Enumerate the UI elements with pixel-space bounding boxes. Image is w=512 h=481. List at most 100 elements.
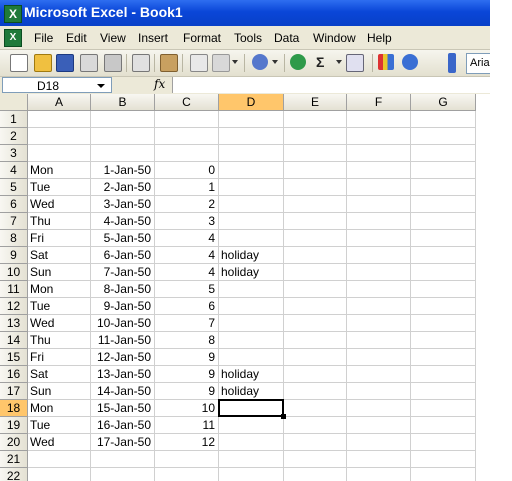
cell-c15[interactable]: 9 — [155, 349, 219, 366]
cell-a10[interactable]: Sun — [28, 264, 91, 281]
cell-c20[interactable]: 12 — [155, 434, 219, 451]
cell-e17[interactable] — [284, 383, 347, 400]
row-header[interactable]: 1 — [0, 111, 28, 128]
permission-icon[interactable] — [80, 54, 98, 72]
cell-b19[interactable]: 16-Jan-50 — [91, 417, 155, 434]
chart-wizard-icon[interactable] — [378, 54, 394, 70]
column-header-c[interactable]: C — [155, 94, 219, 111]
cell-a17[interactable]: Sun — [28, 383, 91, 400]
cell-f2[interactable] — [347, 128, 411, 145]
cell-c9[interactable]: 4 — [155, 247, 219, 264]
cell-d14[interactable] — [219, 332, 284, 349]
fill-handle[interactable] — [281, 414, 286, 419]
cell-a18[interactable]: Mon — [28, 400, 91, 417]
cell-c5[interactable]: 1 — [155, 179, 219, 196]
cell-b10[interactable]: 7-Jan-50 — [91, 264, 155, 281]
cell-a7[interactable]: Thu — [28, 213, 91, 230]
autosum-icon[interactable]: Σ — [316, 54, 324, 70]
cell-g17[interactable] — [411, 383, 476, 400]
row-header[interactable]: 21 — [0, 451, 28, 468]
cell-f6[interactable] — [347, 196, 411, 213]
toolbar-options-icon[interactable] — [448, 53, 456, 73]
cell-d9[interactable]: holiday — [219, 247, 284, 264]
cell-f9[interactable] — [347, 247, 411, 264]
cell-c2[interactable] — [155, 128, 219, 145]
cell-g2[interactable] — [411, 128, 476, 145]
cell-g16[interactable] — [411, 366, 476, 383]
cell-b18[interactable]: 15-Jan-50 — [91, 400, 155, 417]
cell-d8[interactable] — [219, 230, 284, 247]
cell-b8[interactable]: 5-Jan-50 — [91, 230, 155, 247]
cell-a14[interactable]: Thu — [28, 332, 91, 349]
cell-f11[interactable] — [347, 281, 411, 298]
cell-d10[interactable]: holiday — [219, 264, 284, 281]
cell-e16[interactable] — [284, 366, 347, 383]
column-header-a[interactable]: A — [28, 94, 91, 111]
name-box[interactable]: D18 — [2, 77, 112, 93]
cell-g20[interactable] — [411, 434, 476, 451]
active-cell-border[interactable] — [218, 399, 284, 417]
row-header[interactable]: 2 — [0, 128, 28, 145]
cell-g4[interactable] — [411, 162, 476, 179]
cell-d12[interactable] — [219, 298, 284, 315]
cell-d19[interactable] — [219, 417, 284, 434]
menu-help[interactable]: Help — [367, 31, 392, 45]
cell-d21[interactable] — [219, 451, 284, 468]
cell-d13[interactable] — [219, 315, 284, 332]
cell-g12[interactable] — [411, 298, 476, 315]
cell-e4[interactable] — [284, 162, 347, 179]
cell-g5[interactable] — [411, 179, 476, 196]
cell-a12[interactable]: Tue — [28, 298, 91, 315]
cell-f8[interactable] — [347, 230, 411, 247]
cell-b16[interactable]: 13-Jan-50 — [91, 366, 155, 383]
cell-g11[interactable] — [411, 281, 476, 298]
cell-a20[interactable]: Wed — [28, 434, 91, 451]
cell-d1[interactable] — [219, 111, 284, 128]
cell-b5[interactable]: 2-Jan-50 — [91, 179, 155, 196]
cell-b15[interactable]: 12-Jan-50 — [91, 349, 155, 366]
cell-d2[interactable] — [219, 128, 284, 145]
row-header[interactable]: 8 — [0, 230, 28, 247]
cell-f5[interactable] — [347, 179, 411, 196]
row-header[interactable]: 12 — [0, 298, 28, 315]
research-icon[interactable] — [160, 54, 178, 72]
cell-b6[interactable]: 3-Jan-50 — [91, 196, 155, 213]
cell-g21[interactable] — [411, 451, 476, 468]
cell-e5[interactable] — [284, 179, 347, 196]
menu-file[interactable]: File — [34, 31, 53, 45]
column-header-b[interactable]: B — [91, 94, 155, 111]
cell-f21[interactable] — [347, 451, 411, 468]
row-header[interactable]: 13 — [0, 315, 28, 332]
row-header[interactable]: 7 — [0, 213, 28, 230]
cell-c4[interactable]: 0 — [155, 162, 219, 179]
cell-g15[interactable] — [411, 349, 476, 366]
cell-d20[interactable] — [219, 434, 284, 451]
cell-e2[interactable] — [284, 128, 347, 145]
hyperlink-icon[interactable] — [290, 54, 306, 70]
cell-b14[interactable]: 11-Jan-50 — [91, 332, 155, 349]
cell-e15[interactable] — [284, 349, 347, 366]
cell-g19[interactable] — [411, 417, 476, 434]
row-header[interactable]: 20 — [0, 434, 28, 451]
cell-d5[interactable] — [219, 179, 284, 196]
cell-f15[interactable] — [347, 349, 411, 366]
menu-edit[interactable]: Edit — [66, 31, 87, 45]
cell-f19[interactable] — [347, 417, 411, 434]
cell-b3[interactable] — [91, 145, 155, 162]
row-header[interactable]: 9 — [0, 247, 28, 264]
cell-f14[interactable] — [347, 332, 411, 349]
row-header[interactable]: 14 — [0, 332, 28, 349]
paste-icon[interactable] — [212, 54, 230, 72]
help-icon[interactable] — [402, 54, 418, 70]
cell-a21[interactable] — [28, 451, 91, 468]
cell-e8[interactable] — [284, 230, 347, 247]
cell-f10[interactable] — [347, 264, 411, 281]
cell-a13[interactable]: Wed — [28, 315, 91, 332]
name-box-dropdown-icon[interactable] — [97, 84, 105, 88]
cell-b12[interactable]: 9-Jan-50 — [91, 298, 155, 315]
copy-icon[interactable] — [190, 54, 208, 72]
cell-e20[interactable] — [284, 434, 347, 451]
cell-b4[interactable]: 1-Jan-50 — [91, 162, 155, 179]
row-header[interactable]: 6 — [0, 196, 28, 213]
cell-b2[interactable] — [91, 128, 155, 145]
